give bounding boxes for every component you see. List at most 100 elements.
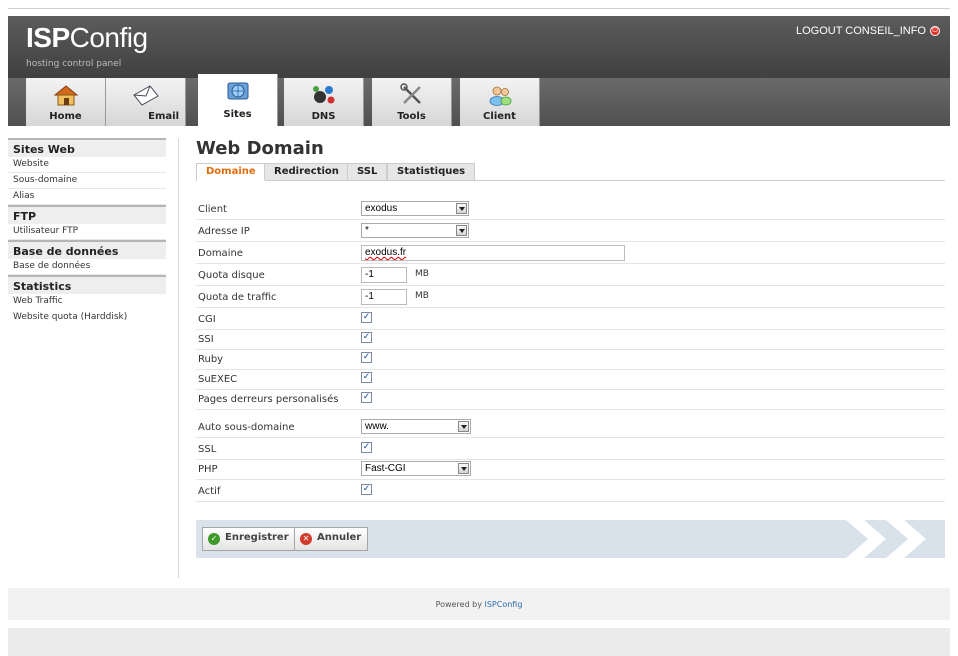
active-checkbox[interactable]: ✓ [361, 484, 372, 495]
tab-domaine[interactable]: Domaine [196, 163, 266, 181]
client-label: Client [198, 204, 227, 215]
row-cgi: CGI ✓ [196, 310, 945, 330]
users-icon [489, 86, 511, 106]
chevron-down-icon [458, 421, 469, 432]
power-icon: ⏻ [930, 26, 940, 36]
quota-traffic-input[interactable]: -1 [361, 289, 407, 305]
ssl-checkbox[interactable]: ✓ [361, 442, 372, 453]
cancel-icon: ✕ [300, 533, 312, 545]
domain-input[interactable]: exodus.fr [361, 245, 625, 261]
row-client: Client exodus [196, 200, 945, 220]
php-select[interactable]: Fast-CGI [361, 461, 471, 476]
chevron-decoration [886, 520, 926, 558]
quota-disk-input[interactable]: -1 [361, 267, 407, 283]
auto-subdomain-select[interactable]: www. [361, 419, 471, 434]
row-active: Actif ✓ [196, 482, 945, 502]
error-pages-checkbox[interactable]: ✓ [361, 392, 372, 403]
row-ssl: SSL ✓ [196, 440, 945, 460]
sidebar-item-ftp-user[interactable]: Utilisateur FTP [8, 224, 166, 240]
header: ISPConfig hosting control panel LOGOUT C… [8, 16, 950, 126]
client-select[interactable]: exodus [361, 201, 469, 216]
quota-traffic-label: Quota de traffic [198, 292, 277, 303]
chevron-down-icon [456, 203, 467, 214]
row-suexec: SuEXEC ✓ [196, 370, 945, 390]
tab-sites[interactable]: Sites [198, 74, 278, 126]
tab-tools-label: Tools [397, 111, 426, 122]
network-icon [312, 86, 334, 104]
ssi-label: SSI [198, 334, 214, 345]
sidebar-item-website[interactable]: Website [8, 157, 166, 173]
sidebar-group-statistics: Statistics [8, 275, 166, 294]
chevron-decoration [846, 520, 886, 558]
row-ip: Adresse IP * [196, 222, 945, 242]
row-auto-subdomain: Auto sous-domaine www. [196, 418, 945, 438]
row-error-pages: Pages derreurs personalisés ✓ [196, 390, 945, 410]
php-label: PHP [198, 464, 218, 475]
sidebar-divider [178, 138, 179, 578]
sidebar-item-website-quota[interactable]: Website quota (Harddisk) [8, 310, 166, 326]
sidebar: Sites Web Website Sous-domaine Alias FTP… [8, 138, 166, 326]
client-value: exodus [365, 203, 398, 214]
quota-disk-unit: MB [415, 269, 429, 279]
main-content: Web Domain Domaine Redirection SSL Stati… [196, 138, 946, 558]
cancel-button[interactable]: ✕ Annuler [294, 527, 369, 551]
row-ssi: SSI ✓ [196, 330, 945, 350]
chevron-down-icon [456, 225, 467, 236]
bottom-band [8, 628, 950, 656]
quota-disk-label: Quota disque [198, 270, 265, 281]
row-ruby: Ruby ✓ [196, 350, 945, 370]
tab-dns[interactable]: DNS [284, 78, 364, 126]
ssi-checkbox[interactable]: ✓ [361, 332, 372, 343]
tab-dns-label: DNS [311, 111, 336, 122]
sidebar-item-sous-domaine[interactable]: Sous-domaine [8, 173, 166, 189]
sidebar-item-alias[interactable]: Alias [8, 189, 166, 205]
page-title: Web Domain [196, 138, 324, 159]
tab-ssl[interactable]: SSL [347, 163, 388, 180]
ip-select[interactable]: * [361, 223, 469, 238]
footer-prefix: Powered by [435, 600, 485, 609]
sidebar-group-databases: Base de données [8, 240, 166, 259]
suexec-checkbox[interactable]: ✓ [361, 372, 372, 383]
domain-label: Domaine [198, 248, 243, 259]
action-bar: ✓ Enregistrer ✕ Annuler [196, 520, 945, 558]
tab-home-label: Home [49, 111, 82, 122]
tab-client[interactable]: Client [460, 78, 540, 126]
tab-tools[interactable]: Tools [372, 78, 452, 126]
top-rule [8, 8, 950, 9]
tab-statistiques[interactable]: Statistiques [387, 163, 476, 180]
ruby-checkbox[interactable]: ✓ [361, 352, 372, 363]
form-tabs: Domaine Redirection SSL Statistiques [196, 163, 945, 181]
quota-traffic-unit: MB [415, 291, 429, 301]
ruby-label: Ruby [198, 354, 224, 365]
cancel-label: Annuler [317, 532, 362, 543]
sidebar-group-sites-web: Sites Web [8, 138, 166, 157]
cgi-label: CGI [198, 314, 216, 325]
chevron-down-icon [458, 463, 469, 474]
tab-email[interactable]: Email [106, 78, 186, 126]
sidebar-item-web-traffic[interactable]: Web Traffic [8, 294, 166, 310]
check-icon: ✓ [208, 533, 220, 545]
wrench-tools-icon [399, 83, 421, 104]
main-tab-strip: Home Email Sites DNS Tools Client [8, 74, 950, 126]
logout-link[interactable]: LOGOUT CONSEIL_INFO ⏻ [796, 25, 940, 37]
row-quota-disk: Quota disque -1 MB [196, 266, 945, 286]
globe-sites-icon [227, 82, 248, 100]
logo: ISPConfig [26, 22, 148, 53]
auto-subdomain-value: www. [365, 421, 389, 432]
tab-home[interactable]: Home [26, 78, 106, 126]
error-pages-label: Pages derreurs personalisés [198, 394, 339, 405]
ip-value: * [365, 225, 369, 236]
auto-subdomain-label: Auto sous-domaine [198, 422, 295, 433]
sidebar-group-ftp: FTP [8, 205, 166, 224]
sidebar-item-database[interactable]: Base de données [8, 259, 166, 275]
envelope-icon [132, 85, 159, 106]
save-button[interactable]: ✓ Enregistrer [202, 527, 296, 551]
footer-link[interactable]: ISPConfig [484, 600, 522, 609]
tab-email-label: Email [148, 111, 179, 122]
tab-sites-label: Sites [223, 109, 252, 120]
footer: Powered by ISPConfig [8, 588, 950, 620]
active-label: Actif [198, 486, 221, 497]
tagline: hosting control panel [26, 59, 122, 69]
tab-redirection[interactable]: Redirection [264, 163, 349, 180]
cgi-checkbox[interactable]: ✓ [361, 312, 372, 323]
